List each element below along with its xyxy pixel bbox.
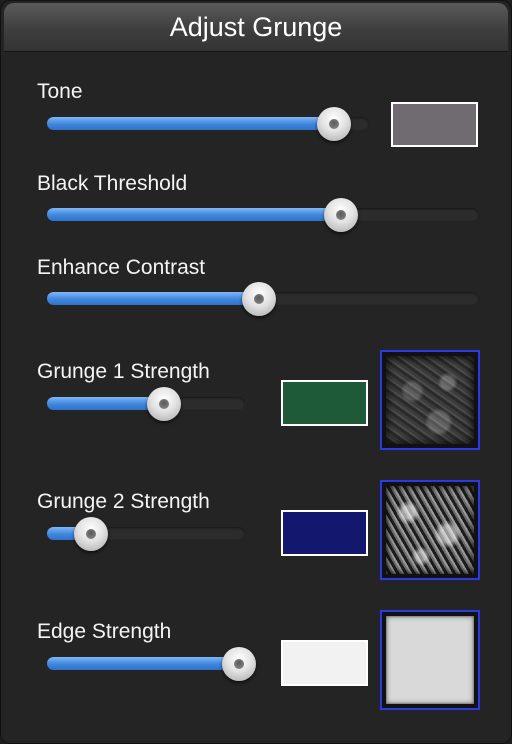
- tone-label: Tone: [37, 80, 83, 103]
- grunge2-color-swatch[interactable]: [281, 510, 368, 556]
- edge-strength-label: Edge Strength: [37, 620, 172, 643]
- edge-strength-slider[interactable]: [47, 647, 257, 681]
- grunge1-slider-knob[interactable]: [146, 387, 181, 421]
- enhance-contrast-slider-fill: [47, 292, 259, 305]
- grunge1-label: Grunge 1 Strength: [37, 360, 210, 383]
- black-threshold-slider-fill: [47, 208, 341, 221]
- grunge1-texture-thumbnail[interactable]: [380, 350, 480, 450]
- adjust-grunge-panel: Adjust Grunge Tone Black Threshold Enhan…: [0, 0, 512, 744]
- tone-color-swatch[interactable]: [391, 102, 478, 147]
- edge-strength-slider-fill: [47, 657, 240, 670]
- edge-texture-thumbnail[interactable]: [380, 610, 480, 710]
- grunge-texture-1-icon: [386, 356, 474, 444]
- grunge2-slider-knob[interactable]: [73, 517, 108, 551]
- grunge1-slider[interactable]: [47, 387, 245, 421]
- edge-strength-slider-knob[interactable]: [222, 647, 257, 681]
- grunge2-slider[interactable]: [47, 517, 245, 551]
- grunge-texture-2-icon: [386, 486, 474, 574]
- grunge2-label: Grunge 2 Strength: [37, 490, 210, 513]
- enhance-contrast-slider[interactable]: [47, 282, 479, 316]
- grunge2-texture-thumbnail[interactable]: [380, 480, 480, 580]
- black-threshold-slider-knob[interactable]: [323, 198, 358, 232]
- edge-texture-icon: [386, 616, 474, 704]
- grunge1-color-swatch[interactable]: [281, 380, 368, 426]
- black-threshold-slider[interactable]: [47, 198, 479, 232]
- panel-title: Adjust Grunge: [4, 3, 508, 52]
- tone-slider-fill: [47, 117, 334, 130]
- black-threshold-label: Black Threshold: [37, 172, 188, 195]
- edge-color-swatch[interactable]: [281, 640, 368, 686]
- enhance-contrast-label: Enhance Contrast: [37, 256, 206, 279]
- tone-slider[interactable]: [47, 107, 369, 141]
- tone-slider-knob[interactable]: [316, 107, 351, 141]
- enhance-contrast-slider-knob[interactable]: [241, 282, 276, 316]
